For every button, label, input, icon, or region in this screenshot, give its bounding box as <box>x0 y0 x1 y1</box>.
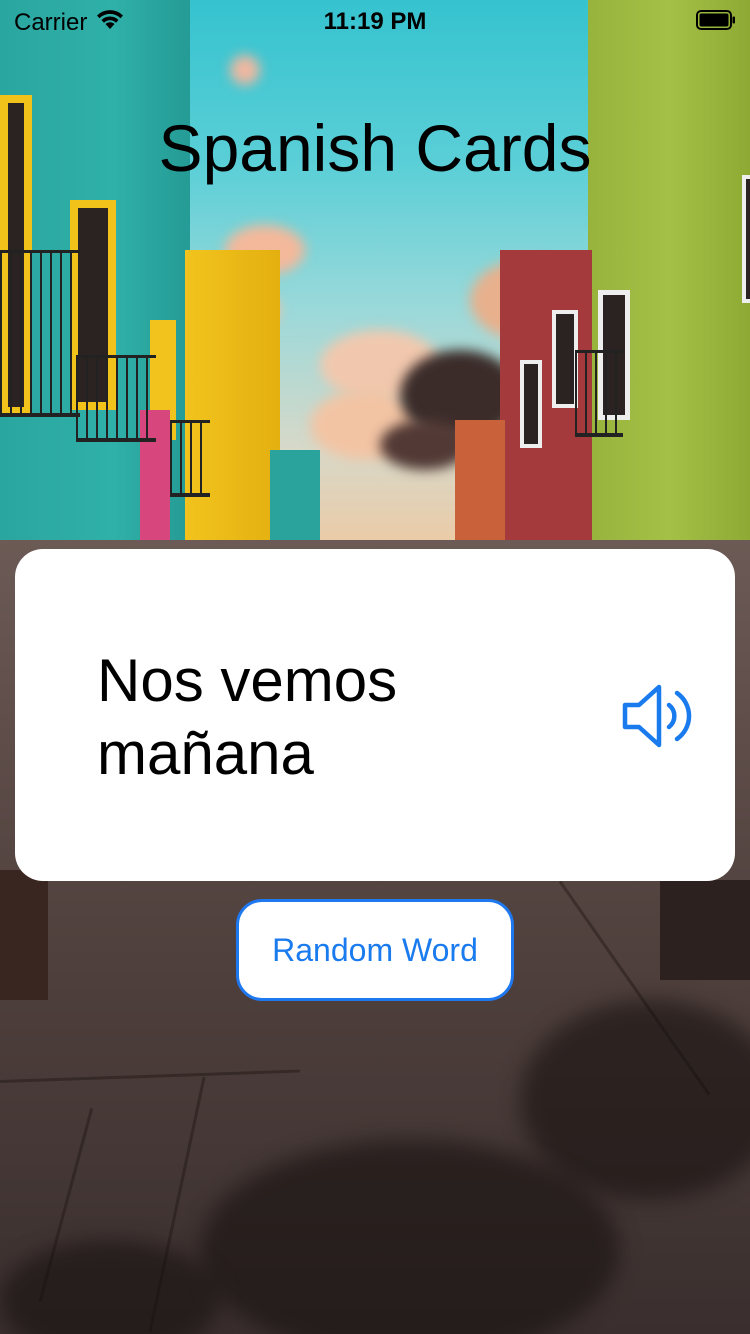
card-phrase: Nos vemos mañana <box>97 647 398 787</box>
balcony <box>0 250 80 417</box>
balcony <box>170 420 210 497</box>
flash-card: Nos vemos mañana <box>15 549 735 881</box>
random-word-button[interactable]: Random Word <box>236 899 514 1001</box>
window <box>520 360 542 448</box>
planter <box>660 880 750 980</box>
status-time: 11:19 PM <box>323 8 427 35</box>
status-bar: Carrier 11:19 PM <box>0 0 750 40</box>
speaker-icon[interactable] <box>619 681 693 751</box>
left-building-yellow <box>185 250 280 560</box>
app-title: Spanish Cards <box>158 111 592 185</box>
right-building-green <box>588 0 750 560</box>
balcony <box>575 350 623 437</box>
planter <box>0 870 48 1000</box>
window <box>742 175 750 303</box>
right-building-orange <box>455 420 505 560</box>
cloud <box>230 55 260 85</box>
balcony <box>76 355 156 442</box>
battery-icon <box>696 10 736 30</box>
